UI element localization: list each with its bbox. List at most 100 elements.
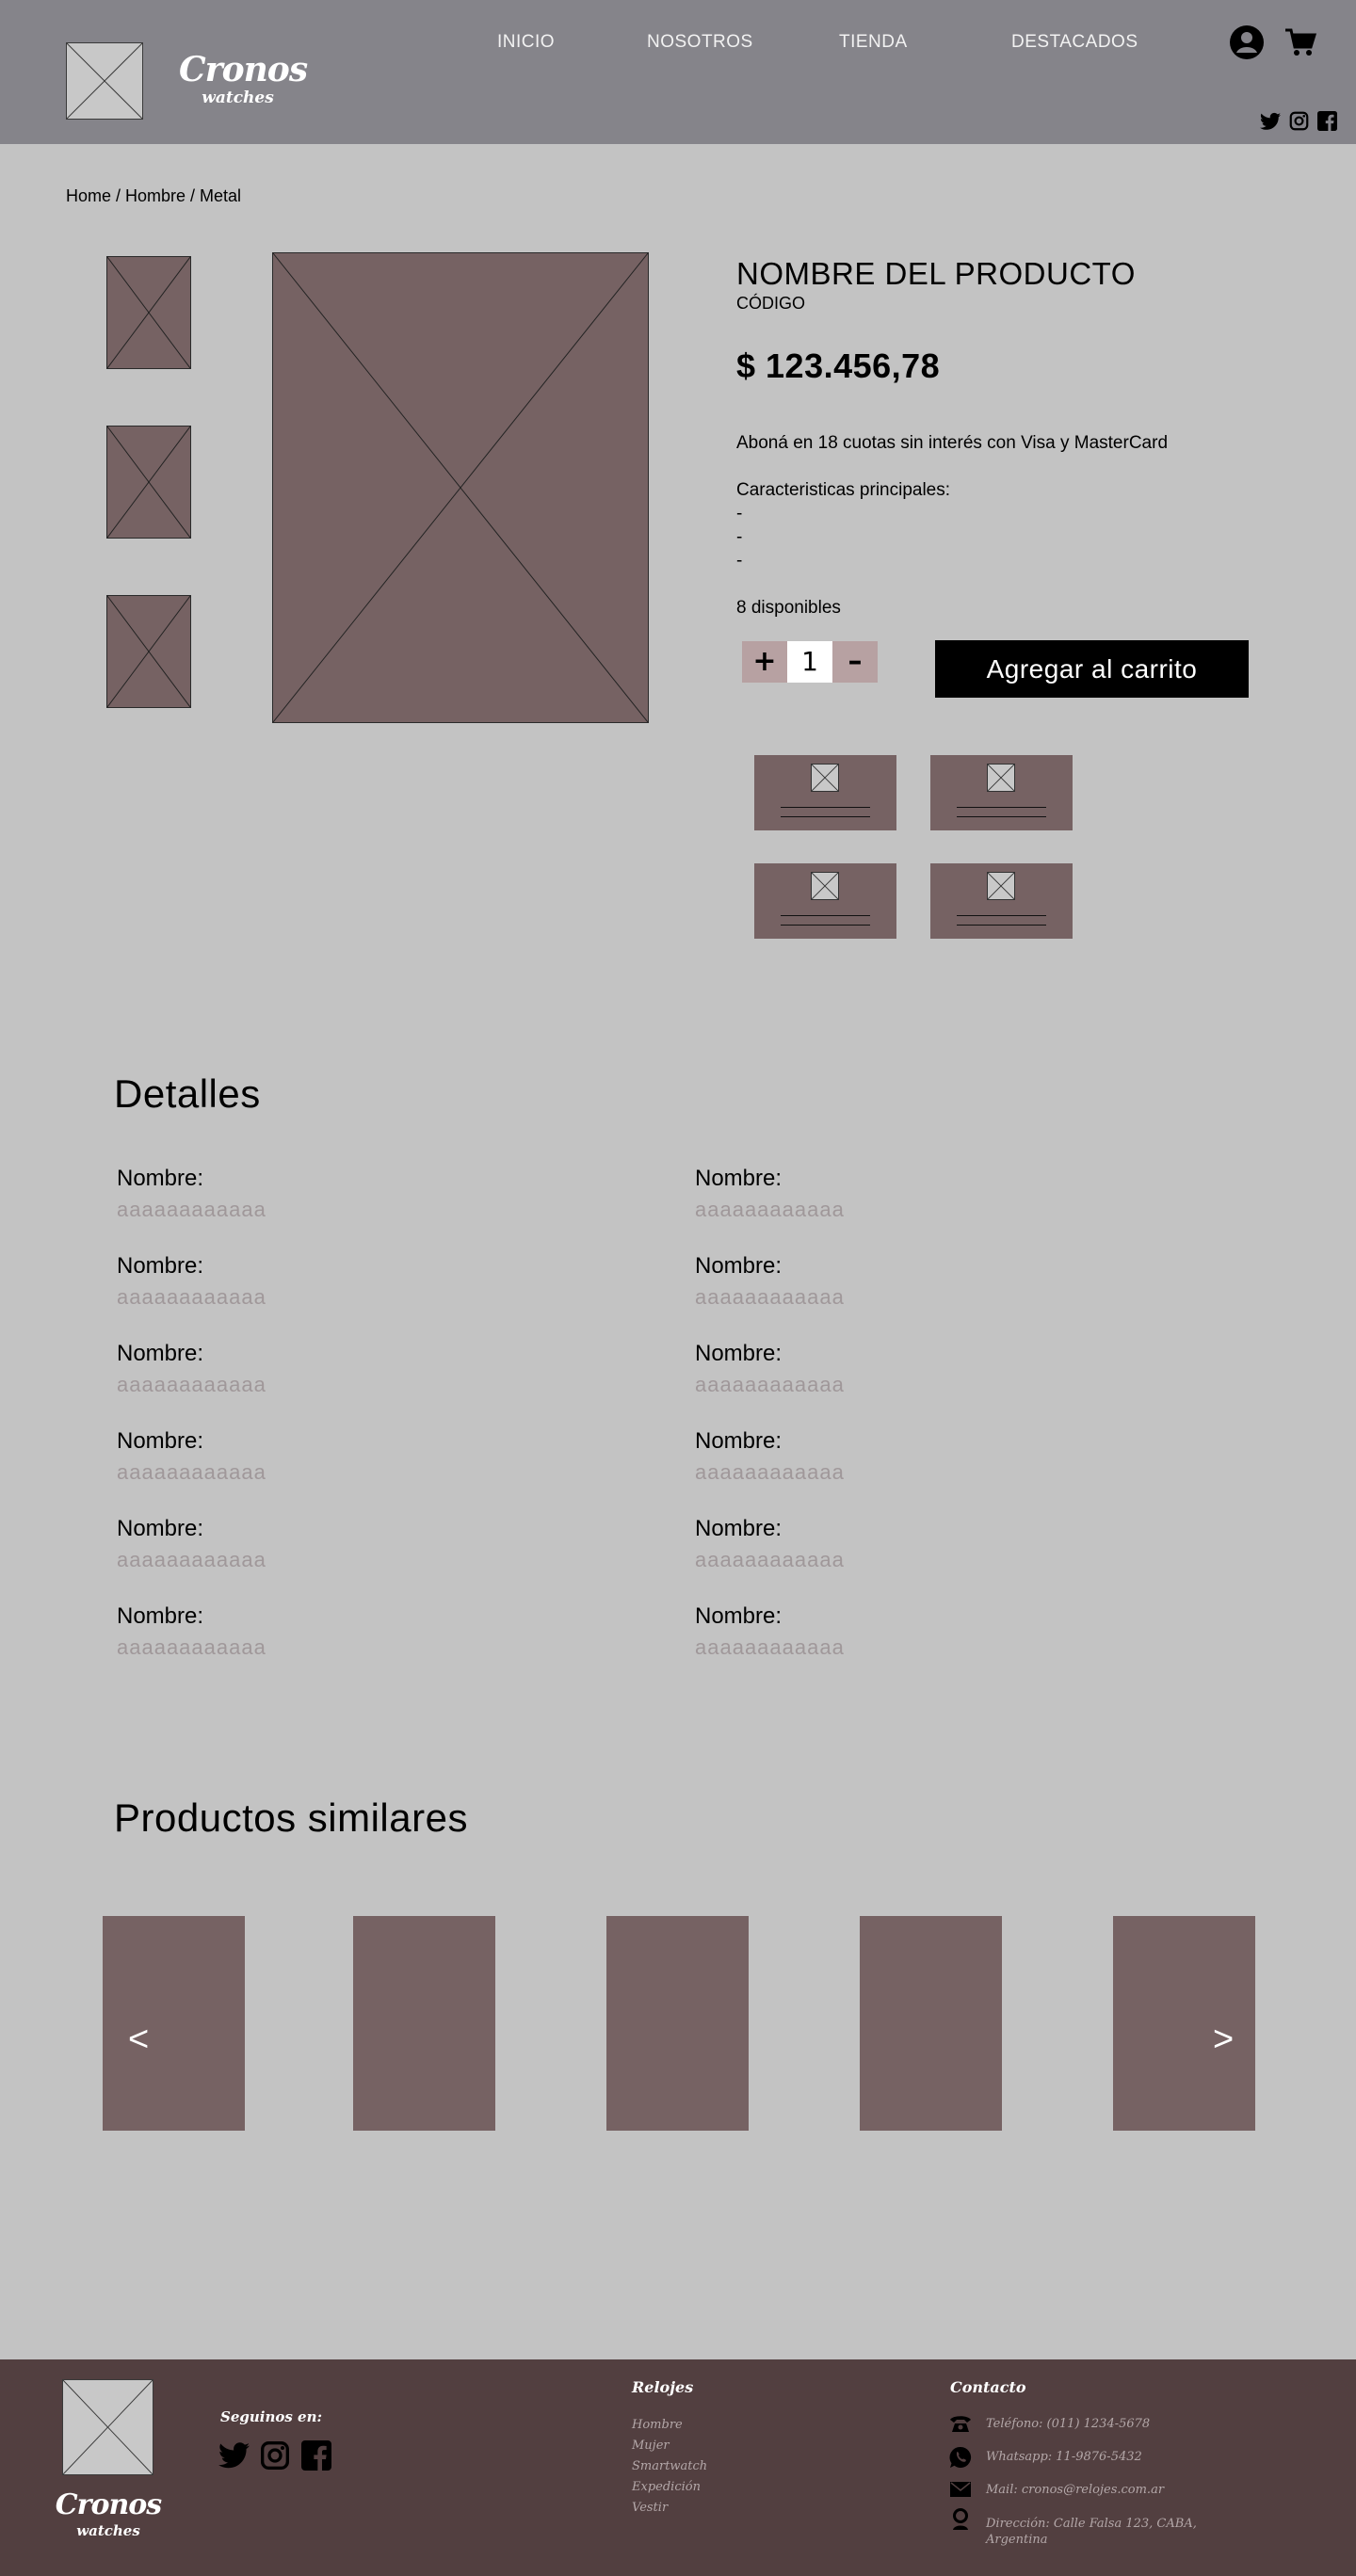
contact-whatsapp[interactable]: Whatsapp: 11-9876-5432 [986, 2449, 1142, 2465]
detail-label: Nombre: [695, 1253, 783, 1279]
location-icon [953, 2508, 968, 2530]
related-mini-card[interactable] [930, 755, 1073, 830]
similar-product-card[interactable] [103, 1916, 245, 2131]
follow-label: Seguinos en: [220, 2408, 323, 2425]
detail-label: Nombre: [695, 1516, 783, 1541]
thumbnail-2[interactable] [106, 426, 191, 539]
detail-value: aaaaaaaaaaaa [117, 1460, 266, 1484]
product-price: $ 123.456,78 [736, 346, 941, 385]
contact-mail[interactable]: Mail: cronos@relojes.com.ar [986, 2482, 1164, 2498]
divider [957, 925, 1046, 926]
feature-item: - [736, 551, 743, 571]
detail-value: aaaaaaaaaaaa [695, 1285, 845, 1309]
details-title: Detalles [114, 1071, 261, 1116]
related-mini-card[interactable] [930, 863, 1073, 939]
brand-sub: watches [202, 89, 274, 107]
detail-label: Nombre: [695, 1341, 783, 1366]
divider [957, 807, 1046, 808]
instagram-icon[interactable] [260, 2440, 290, 2471]
nav-nosotros[interactable]: NOSOTROS [647, 32, 753, 53]
carousel-next-button[interactable]: > [1213, 2020, 1234, 2060]
twitter-icon[interactable] [218, 2442, 250, 2469]
similar-product-card[interactable] [353, 1916, 495, 2131]
footer-brand-name: Cronos [55, 2488, 162, 2521]
thumbnail-1[interactable] [106, 256, 191, 369]
twitter-icon[interactable] [1260, 112, 1281, 131]
divider [781, 816, 870, 817]
carousel-prev-button[interactable]: < [128, 2020, 149, 2060]
nav-inicio[interactable]: INICIO [497, 32, 555, 53]
divider [957, 816, 1046, 817]
footer-link-smartwatch[interactable]: Smartwatch [632, 2459, 707, 2473]
detail-value: aaaaaaaaaaaa [117, 1548, 266, 1571]
logo-placeholder[interactable] [66, 42, 143, 120]
similar-product-card[interactable] [1113, 1916, 1255, 2131]
product-title: NOMBRE DEL PRODUCTO [736, 256, 1136, 291]
phone-icon [950, 2416, 971, 2432]
features-title: Caracteristicas principales: [736, 480, 951, 500]
footer-brand-sub: watches [76, 2522, 140, 2539]
detail-value: aaaaaaaaaaaa [117, 1373, 266, 1396]
detail-label: Nombre: [117, 1428, 204, 1454]
whatsapp-icon [949, 2446, 972, 2468]
detail-value: aaaaaaaaaaaa [117, 1285, 266, 1309]
detail-value: aaaaaaaaaaaa [695, 1635, 845, 1659]
footer-logo-placeholder[interactable] [62, 2379, 153, 2475]
divider [781, 807, 870, 808]
detail-label: Nombre: [117, 1253, 204, 1279]
detail-label: Nombre: [695, 1428, 783, 1454]
qty-input[interactable] [787, 641, 832, 683]
add-to-cart-button[interactable]: Agregar al carrito [935, 640, 1249, 698]
detail-value: aaaaaaaaaaaa [117, 1198, 266, 1221]
related-mini-card[interactable] [754, 863, 896, 939]
divider [781, 915, 870, 916]
image-placeholder-icon [987, 764, 1015, 792]
cart-icon[interactable] [1284, 27, 1316, 57]
footer-link-hombre[interactable]: Hombre [632, 2418, 683, 2432]
brand-logo[interactable]: Cronos watches [179, 50, 308, 107]
main-product-image[interactable] [272, 252, 649, 723]
similar-product-card[interactable] [860, 1916, 1002, 2131]
contact-phone[interactable]: Teléfono: (011) 1234-5678 [986, 2416, 1150, 2432]
detail-value: aaaaaaaaaaaa [695, 1548, 845, 1571]
detail-label: Nombre: [117, 1516, 204, 1541]
contact-address[interactable]: Dirección: Calle Falsa 123, CABA, Argent… [986, 2516, 1203, 2548]
brand-name: Cronos [179, 50, 308, 89]
image-placeholder-icon [811, 764, 839, 792]
instagram-icon[interactable] [1289, 111, 1309, 131]
site-header: Cronos watches INICIO NOSOTROS TIENDA DE… [0, 0, 1356, 144]
account-icon[interactable] [1229, 24, 1265, 60]
footer-link-mujer[interactable]: Mujer [632, 2439, 670, 2453]
detail-label: Nombre: [117, 1166, 204, 1191]
similar-products-title: Productos similares [114, 1795, 468, 1840]
facebook-icon[interactable] [1317, 111, 1337, 131]
facebook-icon[interactable] [301, 2440, 331, 2471]
nav-destacados[interactable]: DESTACADOS [1011, 32, 1138, 53]
feature-item: - [736, 504, 743, 523]
detail-value: aaaaaaaaaaaa [695, 1460, 845, 1484]
image-placeholder-icon [987, 872, 1015, 900]
qty-increase-button[interactable]: + [742, 641, 787, 683]
similar-product-card[interactable] [606, 1916, 749, 2131]
footer-link-vestir[interactable]: Vestir [632, 2501, 668, 2515]
qty-decrease-button[interactable]: – [832, 641, 878, 683]
site-footer: Cronos watches Seguinos en: Relojes Homb… [0, 2359, 1356, 2576]
detail-value: aaaaaaaaaaaa [695, 1198, 845, 1221]
mail-icon [950, 2482, 971, 2497]
feature-item: - [736, 527, 743, 547]
footer-link-expedicion[interactable]: Expedición [632, 2480, 701, 2494]
footer-brand[interactable]: Cronos watches [52, 2489, 165, 2540]
related-mini-card[interactable] [754, 755, 896, 830]
divider [957, 915, 1046, 916]
detail-value: aaaaaaaaaaaa [695, 1373, 845, 1396]
detail-label: Nombre: [117, 1341, 204, 1366]
detail-label: Nombre: [117, 1603, 204, 1629]
stock-text: 8 disponibles [736, 598, 841, 618]
detail-value: aaaaaaaaaaaa [117, 1635, 266, 1659]
product-code: CÓDIGO [736, 294, 806, 313]
detail-label: Nombre: [695, 1603, 783, 1629]
divider [781, 925, 870, 926]
breadcrumb[interactable]: Home / Hombre / Metal [66, 186, 241, 206]
nav-tienda[interactable]: TIENDA [839, 32, 908, 53]
thumbnail-3[interactable] [106, 595, 191, 708]
